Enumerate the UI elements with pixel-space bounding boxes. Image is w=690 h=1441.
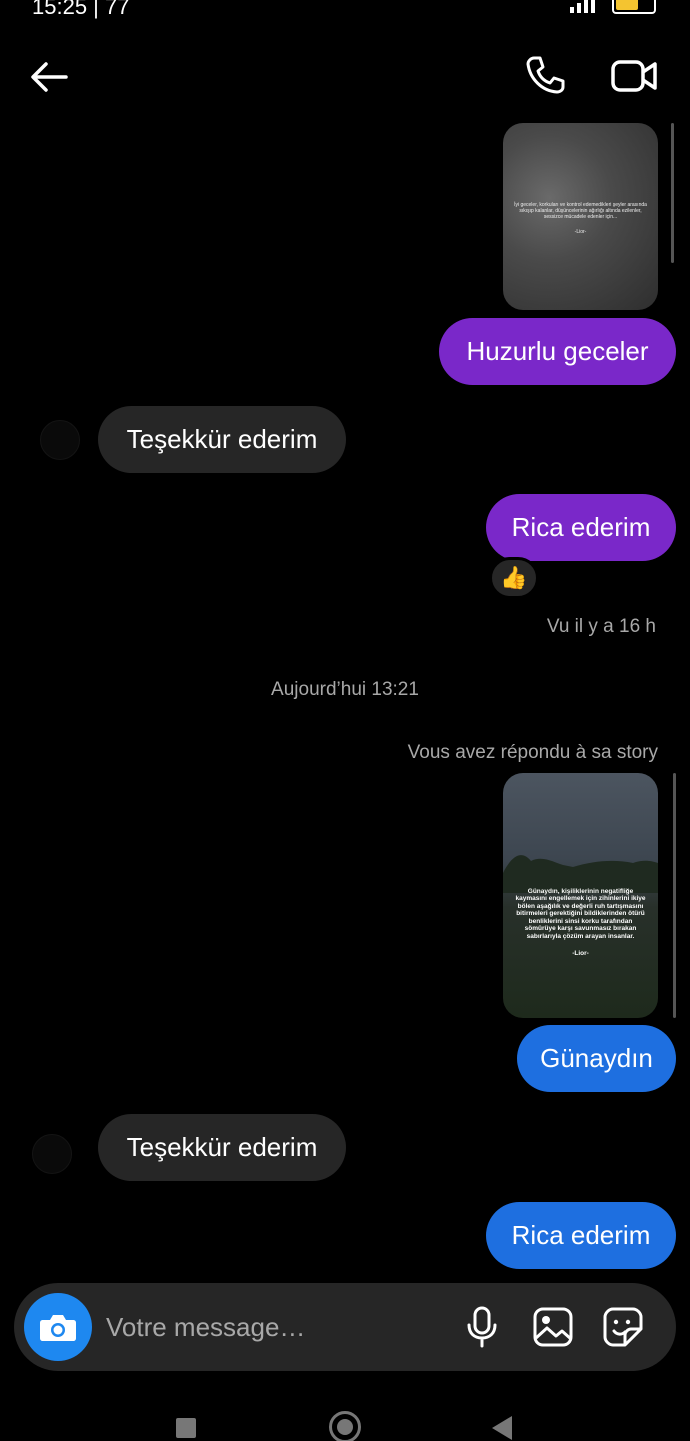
sent-message-bubble[interactable]: Rica ederim	[486, 1202, 676, 1269]
story-signature: -Lior-	[574, 229, 587, 236]
message-text: Rica ederim	[511, 512, 651, 542]
image-icon[interactable]	[531, 1305, 575, 1349]
scrollbar[interactable]	[671, 123, 674, 263]
story-reply-thumbnail[interactable]: İyi geceler, korkuları ve kontrol edemed…	[503, 123, 658, 310]
landscape-trees-image	[503, 855, 658, 893]
camera-button[interactable]	[24, 1293, 92, 1361]
sent-message-bubble[interactable]: Günaydın	[517, 1025, 676, 1092]
recent-apps-icon[interactable]	[176, 1418, 196, 1438]
story-caption-text: İyi geceler, korkuları ve kontrol edemed…	[514, 202, 647, 220]
battery-level	[616, 0, 638, 10]
microphone-icon[interactable]	[462, 1305, 502, 1349]
date-separator: Aujourd’hui 13:21	[271, 679, 419, 700]
message-text: Teşekkür ederim	[126, 424, 318, 454]
story-reply-label: Vous avez répondu à sa story	[407, 742, 658, 763]
battery-icon	[612, 0, 656, 14]
message-composer	[14, 1283, 676, 1371]
story-caption: Günaydın, kişiliklerinin negatifliğe kay…	[513, 888, 648, 958]
message-text: Huzurlu geceler	[466, 336, 649, 366]
sent-message-bubble[interactable]: Huzurlu geceler	[439, 318, 676, 385]
reaction-thumbs-up-icon[interactable]: 👍	[489, 557, 539, 599]
avatar[interactable]	[40, 420, 80, 460]
scrollbar[interactable]	[673, 773, 676, 1018]
story-caption-text: Günaydın, kişiliklerinin negatifliğe kay…	[515, 888, 646, 940]
signal-icon	[570, 0, 595, 13]
message-text: Rica ederim	[511, 1220, 651, 1250]
status-icons	[566, 0, 656, 14]
story-caption: İyi geceler, korkuları ve kontrol edemed…	[513, 202, 648, 236]
status-bar: 15:25 | 77	[0, 0, 690, 20]
sent-message-bubble[interactable]: Rica ederim	[486, 494, 676, 561]
story-signature: -Lior-	[572, 950, 589, 958]
message-text: Teşekkür ederim	[126, 1132, 318, 1162]
home-icon[interactable]	[329, 1411, 361, 1441]
story-reply-thumbnail[interactable]: Günaydın, kişiliklerinin negatifliğe kay…	[503, 773, 658, 1018]
avatar[interactable]	[32, 1134, 72, 1174]
seen-status: Vu il y a 16 h	[546, 616, 656, 637]
system-navigation-bar	[0, 1400, 690, 1441]
video-camera-icon[interactable]	[610, 54, 658, 98]
status-time: 15:25 | 77	[32, 0, 130, 19]
phone-icon[interactable]	[522, 52, 568, 98]
camera-icon	[40, 1315, 76, 1341]
reaction-emoji: 👍	[500, 565, 528, 590]
message-text: Günaydın	[540, 1043, 653, 1073]
back-triangle-icon[interactable]	[492, 1416, 512, 1440]
chat-header	[0, 40, 690, 112]
message-input[interactable]	[106, 1305, 446, 1349]
received-message-bubble[interactable]: Teşekkür ederim	[98, 406, 346, 473]
sticker-icon[interactable]	[601, 1305, 645, 1349]
received-message-bubble[interactable]: Teşekkür ederim	[98, 1114, 346, 1181]
arrow-left-icon[interactable]	[26, 54, 72, 100]
